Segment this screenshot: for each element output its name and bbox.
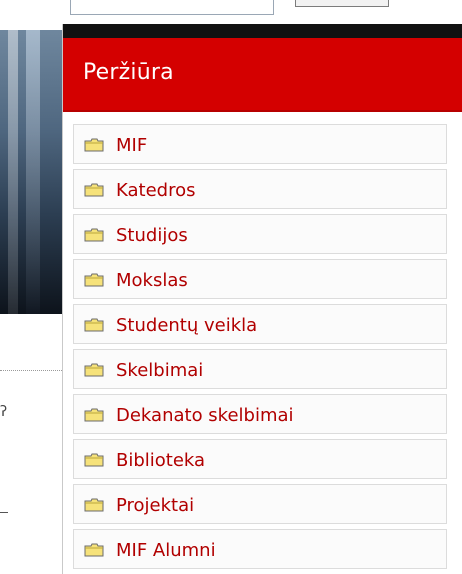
- folder-icon: [84, 228, 104, 242]
- menu-item-dekanato-skelbimai[interactable]: Dekanato skelbimai: [73, 394, 447, 434]
- panel-title: Peržiūra: [83, 60, 174, 85]
- folder-icon: [84, 138, 104, 152]
- folder-icon: [84, 543, 104, 557]
- search-input[interactable]: [70, 0, 274, 15]
- folder-icon: [84, 498, 104, 512]
- folder-icon: [84, 363, 104, 377]
- menu-item-biblioteka[interactable]: Biblioteka: [73, 439, 447, 479]
- browse-menu: MIF Katedros Studijos Mokslas Studentų v…: [73, 124, 447, 570]
- folder-icon: [84, 183, 104, 197]
- menu-item-label[interactable]: Mokslas: [116, 270, 188, 291]
- menu-item-label[interactable]: Studijos: [116, 225, 188, 246]
- menu-item-label[interactable]: Katedros: [116, 180, 195, 201]
- menu-item-studentu-veikla[interactable]: Studentų veikla: [73, 304, 447, 344]
- folder-icon: [84, 408, 104, 422]
- menu-item-label[interactable]: Skelbimai: [116, 360, 203, 381]
- menu-item-studijos[interactable]: Studijos: [73, 214, 447, 254]
- menu-item-label[interactable]: MIF Alumni: [116, 540, 216, 561]
- folder-icon: [84, 273, 104, 287]
- dotted-divider: [0, 370, 62, 371]
- search-area: [62, 0, 462, 24]
- menu-item-label[interactable]: Studentų veikla: [116, 315, 257, 336]
- menu-item-mif[interactable]: MIF: [73, 124, 447, 164]
- menu-item-label[interactable]: Biblioteka: [116, 450, 205, 471]
- menu-item-skelbimai[interactable]: Skelbimai: [73, 349, 447, 389]
- folder-icon: [84, 318, 104, 332]
- banner-photo-fragment: [0, 30, 62, 314]
- folder-icon: [84, 453, 104, 467]
- partial-glyph: ʔ: [0, 404, 8, 420]
- menu-item-label[interactable]: Dekanato skelbimai: [116, 405, 294, 426]
- search-button[interactable]: [295, 0, 389, 7]
- menu-item-mif-alumni[interactable]: MIF Alumni: [73, 529, 447, 569]
- panel-top-bar: [63, 24, 462, 38]
- menu-item-mokslas[interactable]: Mokslas: [73, 259, 447, 299]
- panel-header: Peržiūra: [63, 38, 462, 112]
- menu-item-projektai[interactable]: Projektai: [73, 484, 447, 524]
- menu-item-label[interactable]: MIF: [116, 135, 147, 156]
- panel-header-shade: [63, 110, 462, 112]
- partial-dash: [0, 512, 8, 513]
- menu-item-label[interactable]: Projektai: [116, 495, 194, 516]
- left-content-strip: ʔ: [0, 0, 62, 574]
- browse-panel: Peržiūra MIF Katedros Studijos Mokslas S…: [62, 24, 462, 574]
- menu-item-katedros[interactable]: Katedros: [73, 169, 447, 209]
